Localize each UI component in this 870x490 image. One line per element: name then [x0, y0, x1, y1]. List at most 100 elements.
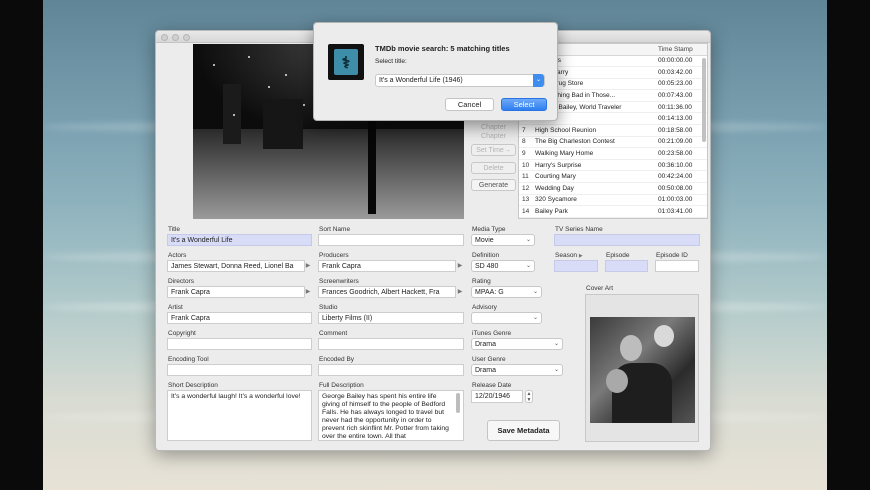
actors-field[interactable]: James Stewart, Donna Reed, Lionel Ba	[167, 260, 305, 272]
actors-expand-icon[interactable]: ▶	[304, 260, 312, 272]
select-button[interactable]: Select	[501, 98, 547, 111]
title-select-value: It's a Wonderful Life (1946)	[379, 77, 463, 84]
chapter-time: 00:05:23.00	[655, 78, 707, 91]
screenwriters-expand-icon[interactable]: ▶	[456, 286, 464, 298]
studio-label: Studio	[319, 304, 338, 311]
episode-field[interactable]	[605, 260, 648, 272]
producers-expand-icon[interactable]: ▶	[456, 260, 464, 272]
media-type-value: Movie	[475, 237, 494, 244]
chevron-down-icon: ⌄	[525, 263, 531, 269]
chapter-time: 00:07:43.00	[655, 89, 707, 102]
minimize-window-button[interactable]	[172, 34, 179, 41]
left-dark-band	[0, 0, 43, 490]
definition-select[interactable]: SD 480 ⌄	[471, 260, 535, 272]
itunes-genre-value: Drama	[475, 341, 497, 348]
chapter-title: 320 Sycamore	[532, 194, 655, 207]
chapter-title: Wedding Day	[532, 182, 655, 195]
chapter-title: High School Reunion	[532, 124, 655, 137]
chapter-row[interactable]: 7 High School Reunion 00:18:58.00	[519, 124, 707, 137]
chevron-down-icon: ⌄	[553, 341, 559, 347]
itunes-genre-select[interactable]: Drama ⌄	[471, 338, 563, 350]
short-description-label: Short Description	[168, 382, 218, 389]
title-select[interactable]: It's a Wonderful Life (1946) ⌄	[375, 74, 545, 87]
rating-label: Rating	[472, 278, 491, 285]
screenwriters-field[interactable]: Frances Goodrich, Albert Hackett, Fra	[318, 286, 456, 298]
tv-series-field[interactable]	[554, 234, 700, 246]
copyright-label: Copyright	[168, 330, 196, 337]
rating-select[interactable]: MPAA: G ⌄	[471, 286, 542, 298]
save-metadata-button[interactable]: Save Metadata	[487, 420, 560, 441]
release-date-stepper[interactable]: ▲ ▼	[525, 390, 533, 403]
user-genre-select[interactable]: Drama ⌄	[471, 364, 563, 376]
comment-label: Comment	[319, 330, 348, 337]
chapter-row[interactable]: 14 Bailey Park 01:03:41.00	[519, 205, 707, 218]
chapter-title: Bailey Park	[532, 205, 655, 218]
encoding-tool-field[interactable]	[167, 364, 312, 376]
directors-expand-icon[interactable]: ▶	[304, 286, 312, 298]
definition-label: Definition	[472, 252, 500, 259]
rating-value: MPAA: G	[475, 289, 504, 296]
chapter-label: Chapter	[481, 133, 506, 140]
cancel-button[interactable]: Cancel	[445, 98, 494, 111]
studio-field[interactable]: Liberty Films (II)	[318, 312, 464, 324]
season-label-text: Season	[555, 252, 578, 259]
close-window-button[interactable]	[161, 34, 168, 41]
chapter-row[interactable]: 12 Wedding Day 00:50:08.00	[519, 182, 707, 195]
advisory-label: Advisory	[472, 304, 497, 311]
chapter-scrollbar[interactable]	[702, 58, 706, 142]
cover-art-well[interactable]	[585, 294, 699, 442]
short-description-textarea[interactable]: It's a wonderful laugh! It's a wonderful…	[167, 390, 312, 441]
comment-field[interactable]	[318, 338, 464, 350]
chapter-number: 8	[519, 136, 532, 149]
media-type-select[interactable]: Movie ⌄	[471, 234, 535, 246]
screenwriters-label: Screenwriters	[319, 278, 359, 285]
producers-field[interactable]: Frank Capra	[318, 260, 456, 272]
generate-chapters-button[interactable]: Generate	[471, 179, 516, 191]
tmdb-search-dialog: ⚕ TMDb movie search: 5 matching titles S…	[313, 22, 558, 121]
cover-art-image	[590, 317, 695, 423]
chapter-row[interactable]: 9 Walking Mary Home 00:23:58.00	[519, 147, 707, 160]
full-description-textarea[interactable]: George Bailey has spent his entire life …	[318, 390, 464, 441]
chevron-down-icon: ⌄	[525, 237, 531, 243]
set-time-label: Set Time	[476, 147, 504, 154]
chapter-row[interactable]: 8 The Big Charleston Contest 00:21:09.00	[519, 136, 707, 149]
app-icon: ⚕	[328, 44, 364, 80]
sort-name-field[interactable]	[318, 234, 464, 246]
chapter-number: 9	[519, 147, 532, 160]
chapter-row[interactable]: 11 Courting Mary 00:42:24.00	[519, 170, 707, 184]
copyright-field[interactable]	[167, 338, 312, 350]
title-field[interactable]: It's a Wonderful Life	[167, 234, 312, 246]
user-genre-label: User Genre	[472, 356, 506, 363]
chapter-number: 13	[519, 194, 532, 207]
directors-field[interactable]: Frank Capra	[167, 286, 305, 298]
chevron-down-icon: ⌄	[532, 289, 538, 295]
season-expand-icon[interactable]: ▶	[579, 253, 583, 259]
definition-value: SD 480	[475, 263, 499, 270]
actors-label: Actors	[168, 252, 187, 259]
advisory-select[interactable]: ⌄	[471, 312, 542, 324]
encoding-tool-label: Encoding Tool	[168, 356, 209, 363]
release-date-field[interactable]: 12/20/1946	[471, 390, 523, 403]
chapter-row[interactable]: 10 Harry's Surprise 00:36:10.00	[519, 159, 707, 172]
dialog-title: TMDb movie search: 5 matching titles	[375, 44, 510, 53]
chapter-number: 14	[519, 205, 532, 218]
set-time-button[interactable]: Set Time→	[471, 144, 516, 156]
chapter-time: 01:00:03.00	[655, 194, 707, 207]
encoded-by-field[interactable]	[318, 364, 464, 376]
artist-field[interactable]: Frank Capra	[167, 312, 312, 324]
chapter-time: 00:03:42.00	[655, 66, 707, 79]
chapter-title: The Big Charleston Contest	[532, 136, 655, 149]
episode-label: Episode	[606, 252, 630, 259]
season-field[interactable]	[554, 260, 598, 272]
zoom-window-button[interactable]	[183, 34, 190, 41]
chapter-time-header[interactable]: Time Stamp	[655, 44, 707, 56]
delete-chapter-button[interactable]: Delete	[471, 162, 516, 174]
chapter-number: 7	[519, 124, 532, 137]
chapter-row[interactable]: 13 320 Sycamore 01:00:03.00	[519, 194, 707, 207]
full-description-scrollbar[interactable]	[456, 393, 460, 413]
episode-id-field[interactable]	[655, 260, 699, 272]
chapter-time: 01:03:41.00	[655, 205, 707, 218]
chapter-title: Courting Mary	[532, 170, 655, 184]
itunes-genre-label: iTunes Genre	[472, 330, 512, 337]
chapter-number: 10	[519, 159, 532, 172]
